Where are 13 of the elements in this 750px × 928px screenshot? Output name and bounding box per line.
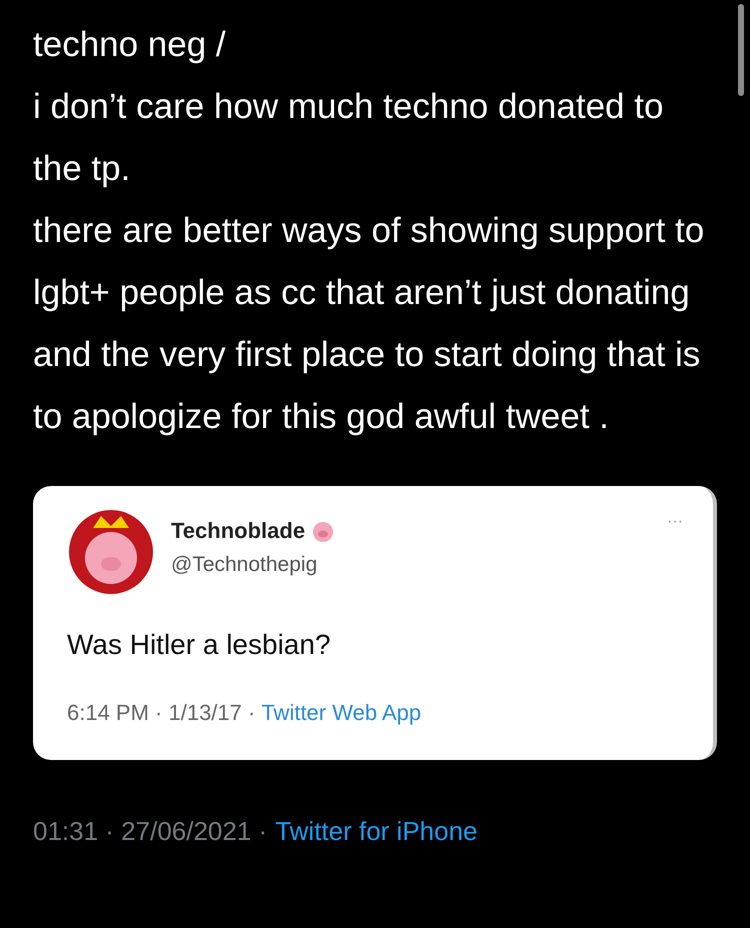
account-handle: @Technothepig: [171, 552, 318, 578]
account-name: Technoblade: [171, 517, 306, 545]
tweet-text: techno neg /: [33, 24, 227, 66]
tweet-source-link[interactable]: Twitter for iPhone: [275, 812, 478, 851]
tweet-text: there are better ways of showing support to lgbt+ people as cc that aren’t just donating and the very first place to start doing that is to apologize for this god awful tweet .: [33, 210, 706, 438]
quoted-tweet-source-link[interactable]: Twitter Web App: [261, 696, 422, 729]
more-options[interactable]: ···: [667, 510, 683, 534]
tweet-timestamp: 01:31 · 27/06/2021 ·: [33, 815, 268, 848]
quoted-tweet-text: Was Hitler a lesbian?: [67, 628, 332, 662]
quoted-tweet-timestamp: 6:14 PM · 1/13/17 ·: [67, 699, 256, 727]
pig-face-icon: [311, 520, 336, 542]
tweet-text: i don’t care how much techno donated to the tp.: [33, 86, 664, 190]
avatar-icon: [67, 508, 155, 596]
